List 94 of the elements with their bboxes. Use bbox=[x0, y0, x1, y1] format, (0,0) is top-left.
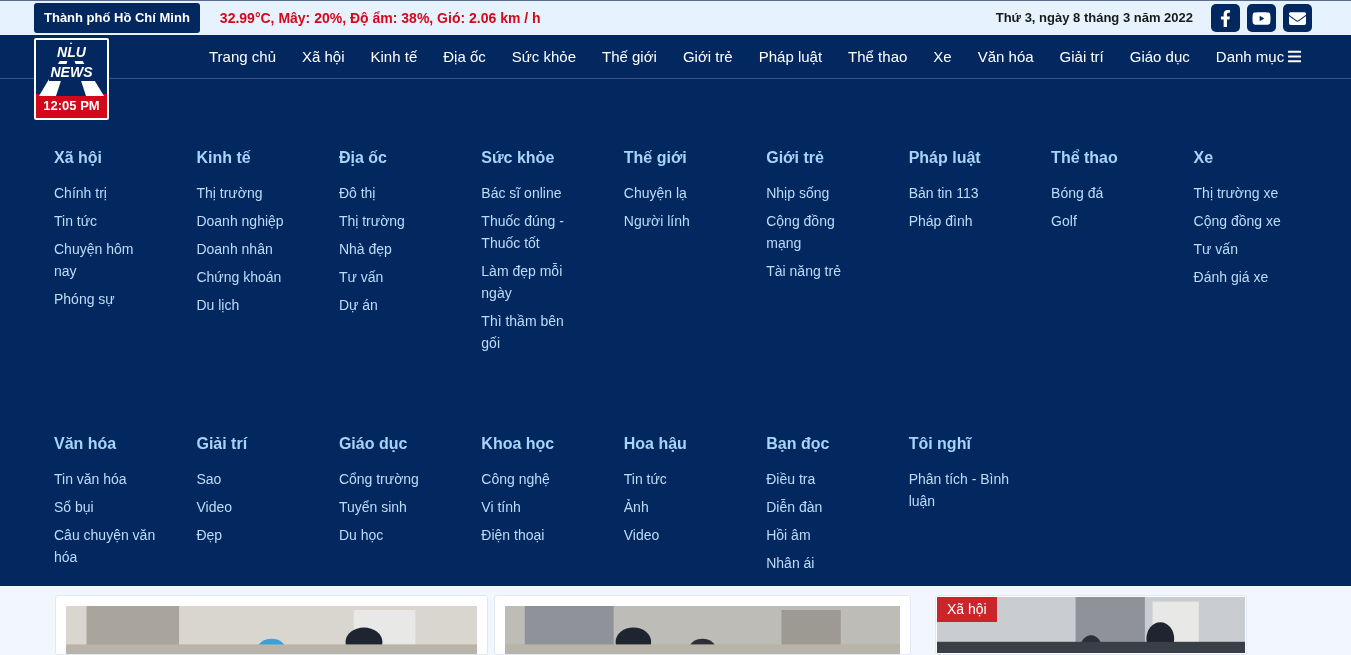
subcategory-link[interactable]: Bản tin 113 bbox=[908, 182, 1013, 205]
subcategory-link[interactable]: Chuyện hôm nay bbox=[54, 238, 158, 283]
subcategory-link[interactable]: Pháp đình bbox=[908, 210, 1013, 233]
subcategory-link[interactable]: Điện thoại bbox=[481, 524, 586, 547]
subcategory-link[interactable]: Chính trị bbox=[54, 182, 158, 205]
subcategory-link[interactable]: Thuốc đúng - Thuốc tốt bbox=[481, 210, 586, 255]
category-heading[interactable]: Giải trí bbox=[196, 432, 301, 457]
category-heading[interactable]: Xe bbox=[1193, 146, 1298, 171]
subcategory-link[interactable]: Công nghệ bbox=[481, 468, 586, 491]
nav-link[interactable]: Giải trí bbox=[1046, 45, 1117, 69]
nav-link[interactable]: Kinh tế bbox=[357, 45, 431, 69]
article-card[interactable]: Xã hội bbox=[935, 595, 1247, 655]
subcategory-link[interactable]: Người lính bbox=[623, 210, 728, 233]
category-tag[interactable]: Xã hội bbox=[937, 597, 997, 622]
menu-link[interactable]: Danh mục bbox=[1202, 45, 1316, 69]
subcategory-link[interactable]: Thị trường bbox=[196, 182, 301, 205]
menu-icon bbox=[1287, 49, 1303, 65]
subcategory-link[interactable]: Thì thầm bên gối bbox=[481, 310, 586, 355]
subcategory-link[interactable]: Thị trường xe bbox=[1193, 182, 1298, 205]
subcategory-link[interactable]: Dự án bbox=[338, 294, 443, 317]
category-heading[interactable]: Thể thao bbox=[1051, 146, 1156, 171]
subcategory-link[interactable]: Nhà đẹp bbox=[338, 238, 443, 261]
category-heading[interactable]: Địa ốc bbox=[338, 146, 443, 171]
facebook-icon[interactable] bbox=[1211, 4, 1240, 33]
subcategory-link[interactable]: Video bbox=[196, 496, 301, 519]
subcategory-link[interactable]: Bác sĩ online bbox=[481, 182, 586, 205]
logo-text: NLU bbox=[55, 44, 88, 62]
nav-link[interactable]: Văn hóa bbox=[964, 45, 1047, 69]
category-heading[interactable]: Xã hội bbox=[54, 146, 158, 171]
subcategory-link[interactable]: Ảnh bbox=[623, 496, 728, 519]
subcategory-link[interactable]: Thị trường bbox=[338, 210, 443, 233]
category-heading[interactable]: Kinh tế bbox=[196, 146, 301, 171]
logo-text: NEWS bbox=[48, 64, 95, 82]
nav-link[interactable]: Thể thao bbox=[835, 45, 921, 69]
nav-link[interactable]: Xe bbox=[920, 45, 965, 69]
subcategory-link[interactable]: Doanh nghiệp bbox=[196, 210, 301, 233]
subcategory-link[interactable]: Tin tức bbox=[54, 210, 158, 233]
subcategory-link[interactable]: Điều tra bbox=[766, 468, 871, 491]
subcategory-link[interactable]: Tư vấn bbox=[1193, 238, 1298, 261]
category-heading[interactable]: Văn hóa bbox=[54, 432, 158, 457]
subcategory-link[interactable]: Phân tích - Bình luận bbox=[908, 468, 1013, 513]
category-heading[interactable]: Thế giới bbox=[623, 146, 728, 171]
nav-link[interactable]: Sức khỏe bbox=[498, 45, 589, 69]
subcategory-link[interactable]: Video bbox=[623, 524, 728, 547]
article-card[interactable] bbox=[494, 595, 911, 655]
youtube-icon[interactable] bbox=[1247, 4, 1276, 33]
nav-link[interactable]: Pháp luật bbox=[745, 45, 836, 69]
subcategory-link[interactable]: Hồi âm bbox=[766, 524, 871, 547]
subcategory-link[interactable]: Nhịp sống bbox=[766, 182, 871, 205]
subcategory-link[interactable]: Câu chuyện văn hóa bbox=[54, 524, 158, 569]
subcategory-link[interactable]: Doanh nhân bbox=[196, 238, 301, 261]
subcategory-link[interactable]: Phóng sự bbox=[54, 288, 158, 311]
mail-icon[interactable] bbox=[1283, 4, 1312, 33]
category-heading[interactable]: Khoa học bbox=[481, 432, 586, 457]
clock-text: 12:05 PM bbox=[36, 94, 107, 119]
subcategory-link[interactable]: Đẹp bbox=[196, 524, 301, 547]
nav-link[interactable]: Trang chủ bbox=[196, 45, 289, 69]
category-heading[interactable]: Sức khỏe bbox=[481, 146, 586, 171]
subcategory-link[interactable]: Du học bbox=[338, 524, 443, 547]
subcategory-link[interactable]: Cộng đồng xe bbox=[1193, 210, 1298, 233]
subcategory-link[interactable]: Tin tức bbox=[623, 468, 728, 491]
subcategory-link[interactable]: Nhân ái bbox=[766, 552, 871, 575]
subcategory-link[interactable]: Tư vấn bbox=[338, 266, 443, 289]
subcategory-link[interactable]: Golf bbox=[1051, 210, 1156, 233]
category-heading[interactable]: Giáo dục bbox=[338, 432, 443, 457]
subcategory-link[interactable]: Sổ bụi bbox=[54, 496, 158, 519]
subcategory-link[interactable]: Tài năng trẻ bbox=[766, 260, 871, 283]
subcategory-link[interactable]: Diễn đàn bbox=[766, 496, 871, 519]
location-label: Thành phố Hồ Chí Minh bbox=[34, 3, 200, 33]
nav-link[interactable]: Xã hội bbox=[289, 45, 358, 69]
nav-link[interactable]: Giới trẻ bbox=[669, 45, 746, 69]
category-heading[interactable]: Hoa hậu bbox=[623, 432, 728, 457]
category-heading[interactable]: Pháp luật bbox=[908, 146, 1013, 171]
subcategory-link[interactable]: Tin văn hóa bbox=[54, 468, 158, 491]
subcategory-link[interactable]: Cộng đồng mạng bbox=[766, 210, 871, 255]
category-heading[interactable]: Bạn đọc bbox=[766, 432, 871, 457]
nav-link[interactable]: Giáo dục bbox=[1116, 45, 1203, 69]
subcategory-link[interactable]: Đô thị bbox=[338, 182, 443, 205]
date-text: Thứ 3, ngày 8 tháng 3 năm 2022 bbox=[995, 9, 1193, 28]
subcategory-link[interactable]: Chuyện lạ bbox=[623, 182, 728, 205]
category-heading[interactable]: Giới trẻ bbox=[766, 146, 871, 171]
category-heading[interactable]: Tôi nghĩ bbox=[908, 432, 1013, 457]
subcategory-link[interactable]: Đánh giá xe bbox=[1193, 266, 1298, 289]
subcategory-link[interactable]: Sao bbox=[196, 468, 301, 491]
subcategory-link[interactable]: Làm đẹp mỗi ngày bbox=[481, 260, 586, 305]
subcategory-link[interactable]: Bóng đá bbox=[1051, 182, 1156, 205]
subcategory-link[interactable]: Du lịch bbox=[196, 294, 301, 317]
subcategory-link[interactable]: Vi tính bbox=[481, 496, 586, 519]
subcategory-link[interactable]: Chứng khoán bbox=[196, 266, 301, 289]
weather-text: 32.99°C, Mây: 20%, Độ ẩm: 38%, Gió: 2.06 km / h bbox=[219, 8, 541, 28]
subcategory-link[interactable]: Cổng trường bbox=[338, 468, 443, 491]
nav-link[interactable]: Địa ốc bbox=[430, 45, 499, 69]
subcategory-link[interactable]: Tuyển sinh bbox=[338, 496, 443, 519]
nav-link[interactable]: Thế giới bbox=[589, 45, 670, 69]
